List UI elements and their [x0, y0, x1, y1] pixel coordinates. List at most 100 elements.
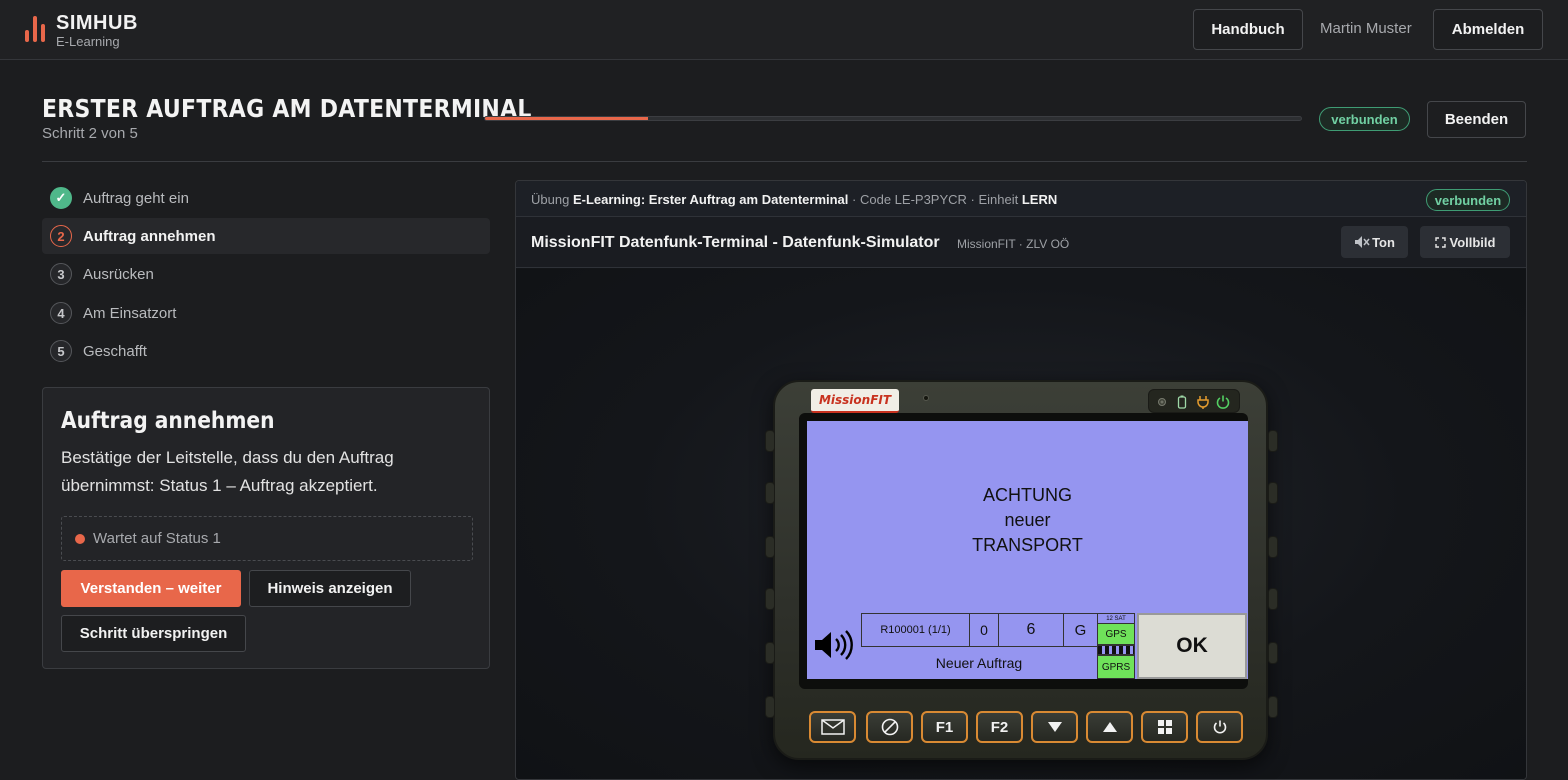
battery-icon — [1177, 395, 1187, 409]
field-b-cell: 6 — [998, 613, 1064, 647]
sound-label: Ton — [1372, 234, 1395, 250]
exercise-info: Übung E-Learning: Erster Auftrag am Date… — [531, 192, 1057, 207]
wait-status: Wartet auf Status 1 — [61, 516, 473, 561]
terminal-screen: ACHTUNG neuer TRANSPORT R100001 (1/1) 0 … — [807, 421, 1248, 679]
plug-icon — [1197, 396, 1209, 409]
power-key[interactable] — [1196, 711, 1243, 743]
device-grip — [765, 430, 775, 452]
satellite-count: 12 SAT — [1097, 613, 1135, 623]
brand-subtitle: E-Learning — [56, 34, 120, 49]
screen-bezel: ACHTUNG neuer TRANSPORT R100001 (1/1) 0 … — [799, 413, 1248, 689]
step-number: 5 — [50, 340, 72, 362]
user-name: Martin Muster — [1320, 20, 1412, 37]
gps-indicator: GPS — [1097, 623, 1135, 645]
terminal-device: MissionFIT ACHTUNG neuer TRANSPORT R1000… — [765, 380, 1278, 760]
menu-grid-icon — [1157, 720, 1172, 734]
logout-button[interactable]: Abmelden — [1433, 9, 1543, 50]
task-title: Auftrag annehmen — [61, 408, 275, 434]
mail-icon — [820, 719, 845, 735]
exercise-prefix: Übung — [531, 192, 570, 207]
screen-message: ACHTUNG neuer TRANSPORT — [807, 483, 1248, 558]
step-label: Auftrag geht ein — [83, 189, 189, 207]
f1-key[interactable]: F1 — [921, 711, 968, 743]
cancel-key[interactable] — [866, 711, 913, 743]
device-grip — [1268, 696, 1278, 718]
device-grip — [1268, 588, 1278, 610]
logo-icon — [25, 16, 47, 42]
ok-button[interactable]: OK — [1137, 613, 1247, 679]
sound-button[interactable]: Ton — [1341, 226, 1408, 258]
device-grip — [765, 696, 775, 718]
screen-status-area: R100001 (1/1) 0 6 G 12 SAT GPS GPRS Neue… — [807, 613, 1248, 679]
step-label: Auftrag annehmen — [83, 227, 216, 245]
device-grip — [765, 482, 775, 504]
simulator-meta: MissionFIT · ZLV OÖ — [957, 237, 1070, 251]
signal-bars-icon — [1097, 645, 1135, 655]
device-grip — [1268, 536, 1278, 558]
power-icon — [1213, 720, 1226, 734]
progress-fill — [485, 117, 649, 120]
device-grip — [1268, 430, 1278, 452]
fullscreen-icon — [1434, 236, 1446, 248]
connection-status-badge: verbunden — [1319, 107, 1410, 131]
field-c-cell: G — [1063, 613, 1098, 647]
hint-button[interactable]: Hinweis anzeigen — [249, 570, 411, 607]
step-indicator: Schritt 2 von 5 — [42, 125, 138, 142]
field-a-cell: 0 — [969, 613, 999, 647]
exercise-info-bar: Übung E-Learning: Erster Auftrag am Date… — [516, 181, 1526, 217]
cancel-icon — [881, 718, 898, 736]
exercise-code: · Code LE-P3PYCR · Einheit — [852, 192, 1019, 207]
order-id-cell: R100001 (1/1) — [861, 613, 970, 647]
step-item-5[interactable]: 5 Geschafft — [42, 333, 490, 369]
task-card: Auftrag annehmen Bestätige der Leitstell… — [42, 387, 490, 669]
power-indicator-icon — [1216, 395, 1230, 409]
arrow-down-icon — [1047, 722, 1062, 732]
step-label: Am Einsatzort — [83, 304, 177, 322]
step-item-2[interactable]: 2 Auftrag annehmen — [42, 218, 490, 254]
speaker-muted-icon — [1355, 236, 1370, 248]
continue-button[interactable]: Verstanden – weiter — [61, 570, 241, 607]
page-title: ERSTER AUFTRAG AM DATENTERMINAL — [42, 94, 532, 123]
status-leds — [1148, 389, 1240, 413]
simulator-title-bar: MissionFIT Datenfunk-Terminal - Datenfun… — [516, 217, 1526, 268]
divider — [42, 161, 1527, 162]
step-number: 2 — [50, 225, 72, 247]
device-grip — [765, 536, 775, 558]
brand-name: SIMHUB — [56, 12, 138, 34]
mail-key[interactable] — [809, 711, 856, 743]
end-button[interactable]: Beenden — [1427, 101, 1526, 138]
step-number: 3 — [50, 263, 72, 285]
camera-icon — [923, 395, 929, 401]
wait-status-text: Wartet auf Status 1 — [93, 530, 221, 547]
f2-key[interactable]: F2 — [976, 711, 1023, 743]
status-dot-icon — [75, 534, 85, 544]
step-item-1[interactable]: ✓ Auftrag geht ein — [42, 180, 490, 216]
arrow-down-key[interactable] — [1031, 711, 1078, 743]
step-number: 4 — [50, 302, 72, 324]
top-bar: SIMHUB E-Learning Handbuch Martin Muster… — [0, 0, 1568, 60]
message-line: ACHTUNG — [983, 485, 1072, 505]
speaker-icon[interactable] — [813, 629, 857, 661]
simulator-name: MissionFIT Datenfunk-Terminal - Datenfun… — [531, 234, 940, 251]
menu-key[interactable] — [1141, 711, 1188, 743]
check-icon: ✓ — [50, 187, 72, 209]
device-grip — [765, 588, 775, 610]
simulator-status-badge: verbunden — [1426, 189, 1510, 211]
device-grip — [1268, 642, 1278, 664]
arrow-up-key[interactable] — [1086, 711, 1133, 743]
fullscreen-button[interactable]: Vollbild — [1420, 226, 1510, 258]
led-indicator-icon — [1158, 398, 1166, 406]
skip-step-button[interactable]: Schritt überspringen — [61, 615, 246, 652]
device-grip — [765, 642, 775, 664]
device-grip — [1268, 482, 1278, 504]
manual-button[interactable]: Handbuch — [1193, 9, 1303, 50]
arrow-up-icon — [1102, 722, 1117, 732]
message-line: neuer — [1004, 510, 1051, 530]
step-item-4[interactable]: 4 Am Einsatzort — [42, 295, 490, 331]
gprs-indicator: GPRS — [1097, 655, 1135, 679]
step-label: Geschafft — [83, 342, 147, 360]
exercise-unit: LERN — [1021, 192, 1058, 207]
progress-bar — [484, 116, 1302, 121]
step-item-3[interactable]: 3 Ausrücken — [42, 256, 490, 292]
status-text-cell: Neuer Auftrag — [861, 646, 1098, 679]
